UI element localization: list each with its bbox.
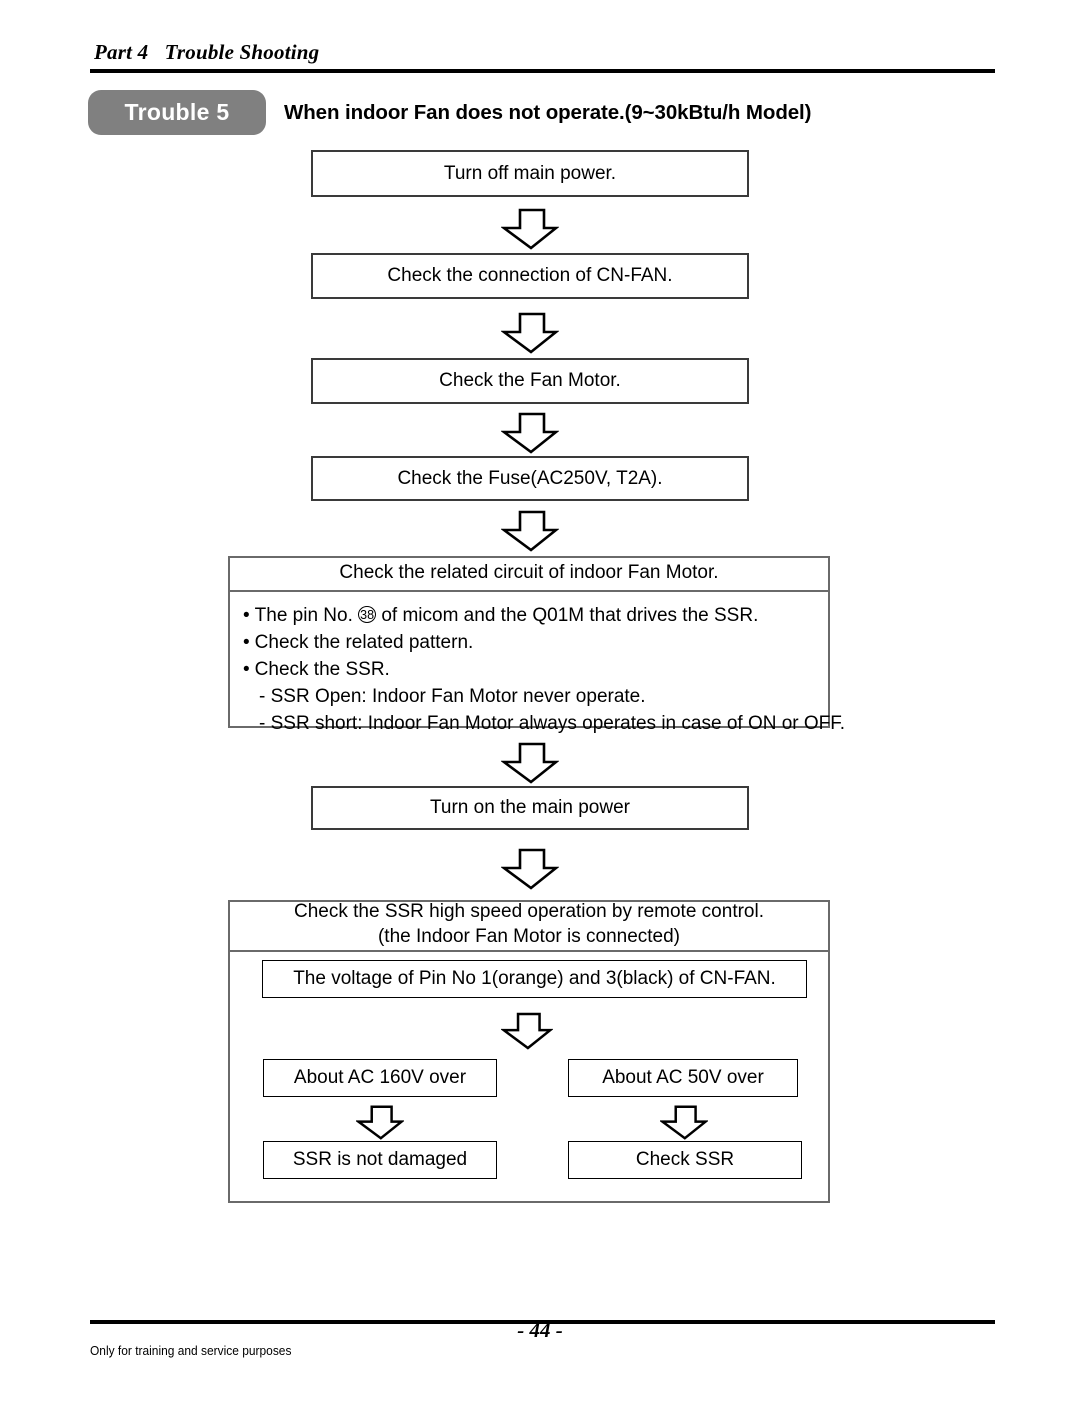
- result-panel-title-line1: Check the SSR high speed operation by re…: [294, 901, 764, 923]
- detail-line-2: Check the related pattern.: [254, 631, 474, 653]
- list-item: • Check the related pattern.: [243, 630, 823, 657]
- list-item: • Check the SSR.: [243, 657, 823, 684]
- trouble-heading: When indoor Fan does not operate.(9~30kB…: [284, 100, 812, 124]
- detail-panel-title: Check the related circuit of indoor Fan …: [228, 556, 830, 592]
- trouble-banner: Trouble 5 When indoor Fan does not opera…: [88, 90, 811, 135]
- down-arrow-icon: [501, 312, 559, 354]
- list-item: • The pin No. 38 of micom and the Q01M th…: [243, 603, 823, 630]
- branch-left-voltage-result: About AC 160V over: [263, 1059, 497, 1097]
- down-arrow-icon: [501, 1012, 553, 1050]
- flow-step-check-fan-motor: Check the Fan Motor.: [311, 358, 749, 404]
- list-item: - SSR Open: Indoor Fan Motor never opera…: [259, 685, 646, 707]
- page-header: Part 4 Trouble Shooting: [90, 40, 995, 73]
- trouble-badge: Trouble 5: [88, 90, 266, 135]
- page-number: - 44 -: [517, 1318, 563, 1342]
- bullet-icon: •: [243, 605, 250, 626]
- down-arrow-icon: [501, 208, 559, 250]
- flow-step-turn-off-main-power: Turn off main power.: [311, 150, 749, 197]
- flow-step-check-cn-fan-connection: Check the connection of CN-FAN.: [311, 253, 749, 299]
- list-item: - SSR short: Indoor Fan Motor always ope…: [259, 712, 846, 734]
- bullet-icon: •: [243, 658, 250, 680]
- down-arrow-icon: [501, 742, 559, 784]
- branch-left-conclusion: SSR is not damaged: [263, 1141, 497, 1179]
- bullet-icon: •: [243, 631, 250, 653]
- branch-right-conclusion: Check SSR: [568, 1141, 802, 1179]
- down-arrow-icon: [501, 848, 559, 890]
- header-divider: [90, 69, 995, 73]
- down-arrow-icon: [501, 510, 559, 552]
- detail-line-1-pre: The pin No.: [254, 605, 359, 626]
- down-arrow-icon: [660, 1105, 708, 1140]
- flow-step-turn-on-main-power: Turn on the main power: [311, 786, 749, 830]
- voltage-measurement-box: The voltage of Pin No 1(orange) and 3(bl…: [262, 960, 807, 998]
- branch-right-voltage-result: About AC 50V over: [568, 1059, 798, 1097]
- down-arrow-icon: [356, 1105, 404, 1140]
- result-panel-title: Check the SSR high speed operation by re…: [228, 900, 830, 952]
- detail-line-3: Check the SSR.: [254, 658, 390, 680]
- part-title: Part 4 Trouble Shooting: [94, 40, 320, 64]
- result-panel-title-line2: (the Indoor Fan Motor is connected): [377, 926, 681, 947]
- detail-panel-list: • The pin No. 38 of micom and the Q01M th…: [243, 603, 846, 738]
- detail-line-1-post: of micom and the Q01M that drives the SS…: [376, 605, 759, 626]
- footer-note: Only for training and service purposes: [90, 1343, 292, 1358]
- flow-step-check-fuse: Check the Fuse(AC250V, T2A).: [311, 456, 749, 501]
- down-arrow-icon: [501, 412, 559, 454]
- circled-pin-number: 38: [358, 606, 377, 623]
